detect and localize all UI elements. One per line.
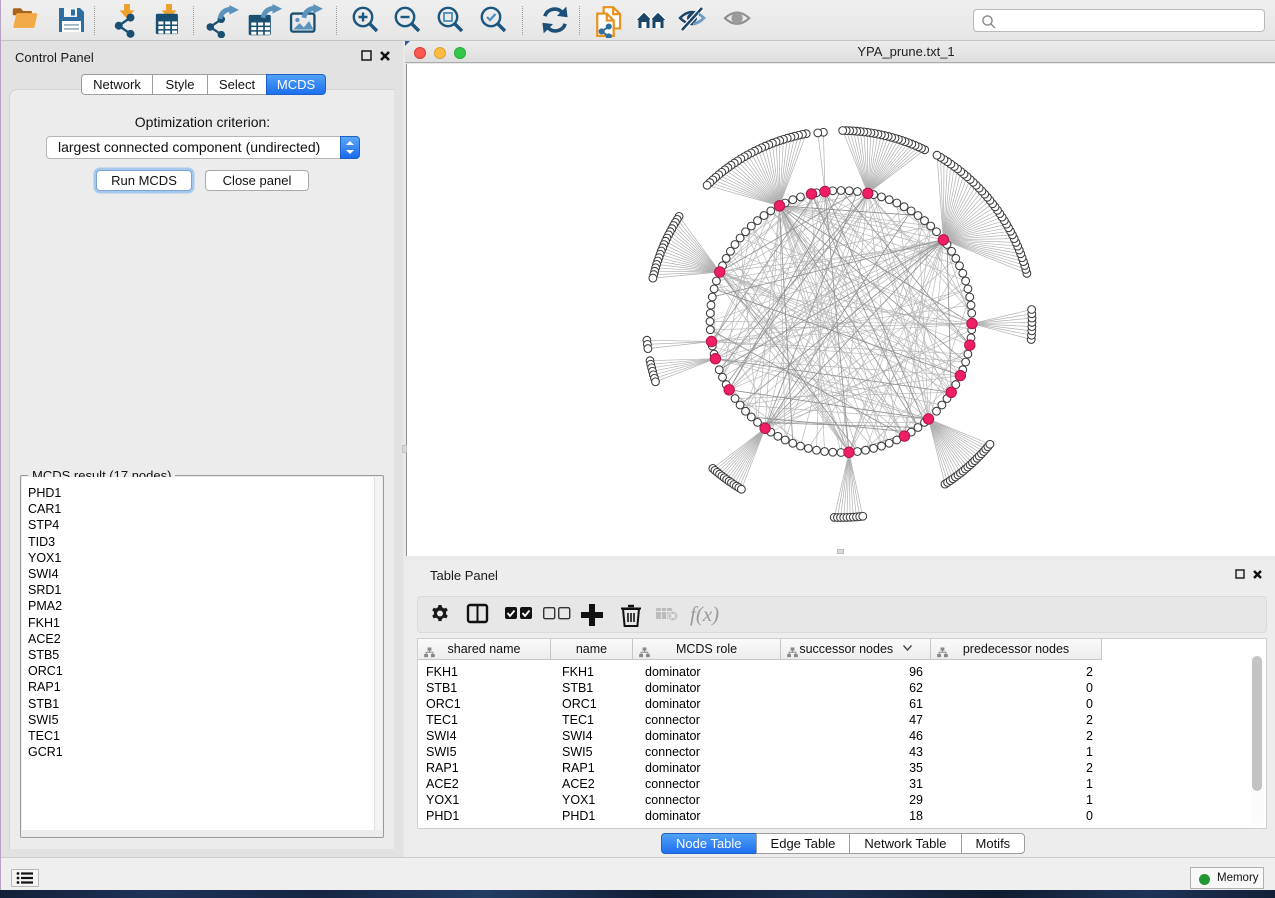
svg-text:f(x): f(x) — [690, 602, 719, 626]
